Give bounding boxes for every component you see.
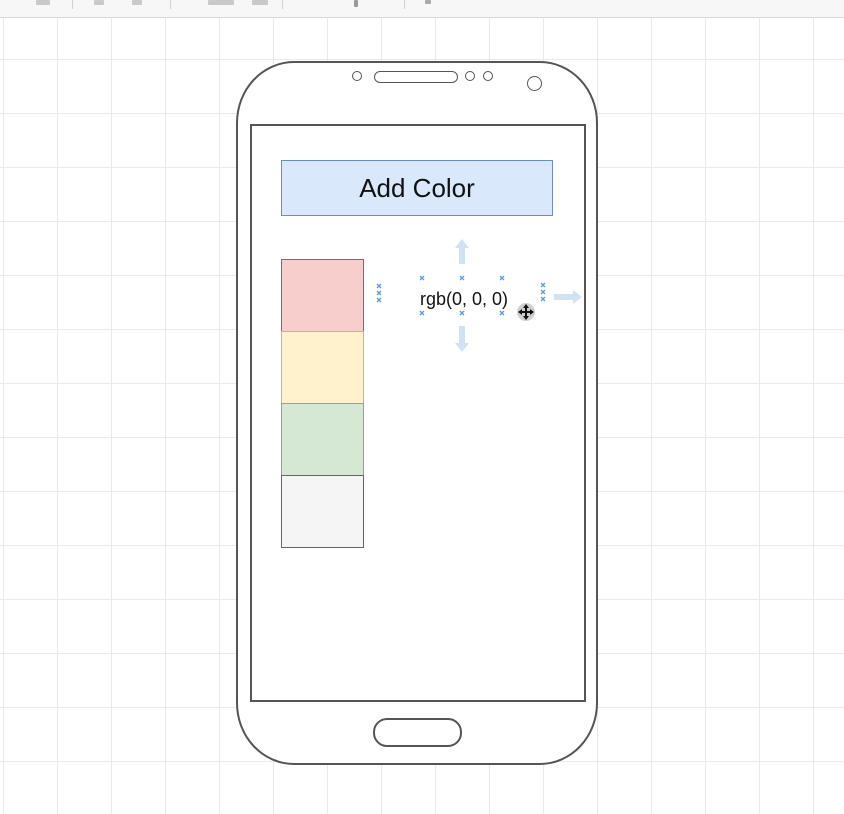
phone-camera-icon xyxy=(527,76,542,91)
resize-handle-icon xyxy=(459,310,465,316)
redo-icon[interactable] xyxy=(132,0,142,5)
format-icon[interactable] xyxy=(36,0,50,5)
arrow-down-icon xyxy=(455,326,469,352)
resize-handle-icon xyxy=(419,310,425,316)
home-button[interactable] xyxy=(373,718,462,747)
more-icon[interactable] xyxy=(425,0,431,4)
add-color-button[interactable]: Add Color xyxy=(281,160,553,216)
resize-handle-icon xyxy=(376,297,382,303)
resize-handle-icon xyxy=(376,290,382,296)
resize-handle-icon xyxy=(540,282,546,288)
green-swatch[interactable] xyxy=(281,403,364,476)
resize-handle-icon xyxy=(459,275,465,281)
toolbar-separator xyxy=(170,0,171,9)
phone-sensor-icon xyxy=(352,71,362,81)
move-cursor-icon xyxy=(517,303,535,321)
resize-handle-icon xyxy=(540,296,546,302)
line-icon[interactable] xyxy=(252,0,268,5)
resize-handle-icon xyxy=(419,275,425,281)
phone-sensor-icon xyxy=(483,71,493,81)
fill-icon[interactable] xyxy=(208,0,234,5)
arrow-up-icon xyxy=(455,239,469,264)
resize-handle-icon xyxy=(499,310,505,316)
resize-handle-icon xyxy=(376,283,382,289)
phone-sensor-icon xyxy=(465,71,475,81)
toolbar-separator xyxy=(404,0,405,9)
phone-speaker-icon xyxy=(374,71,458,83)
red-swatch[interactable] xyxy=(281,259,364,332)
toolbar xyxy=(0,0,844,18)
shadow-icon[interactable] xyxy=(354,0,358,7)
toolbar-separator xyxy=(72,0,73,9)
yellow-swatch[interactable] xyxy=(281,331,364,404)
gray-swatch[interactable] xyxy=(281,475,364,548)
resize-handle-icon xyxy=(540,289,546,295)
selection-handles[interactable] xyxy=(370,236,590,356)
arrow-right-icon xyxy=(554,290,582,304)
resize-handle-icon xyxy=(499,275,505,281)
undo-icon[interactable] xyxy=(94,0,104,5)
toolbar-separator xyxy=(282,0,283,9)
connection-arrows xyxy=(455,239,582,352)
